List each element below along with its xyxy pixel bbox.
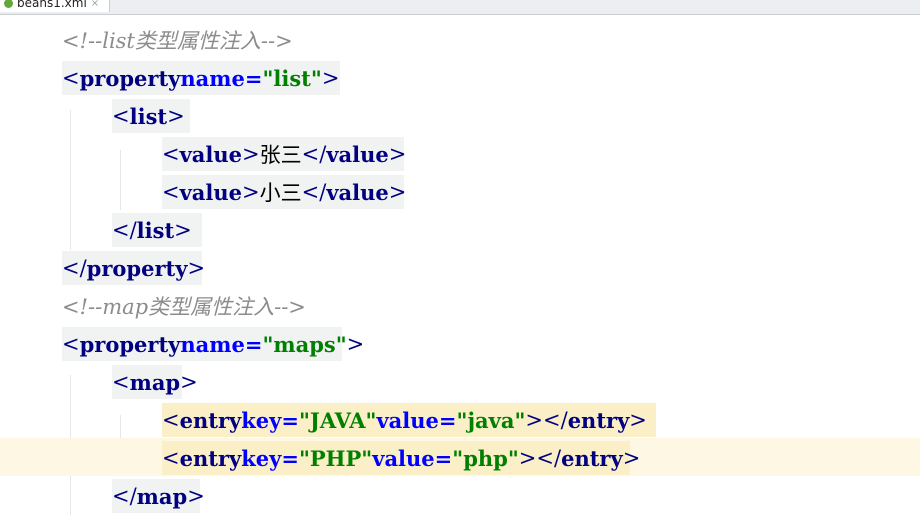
entry-element: < entry key= "JAVA" value= "java" > </entry > bbox=[162, 403, 656, 437]
code-line: </list > bbox=[0, 210, 920, 248]
list-open-tag: < list > bbox=[112, 99, 190, 133]
code-line: < property name= "list" > bbox=[0, 58, 920, 96]
code-line: < property name= "maps" > bbox=[0, 324, 920, 362]
comment-text: <!--map类型属性注入--> bbox=[62, 295, 306, 319]
property-open-tag: < property name= "maps" > bbox=[62, 327, 364, 361]
code-line: <!--map类型属性注入--> bbox=[0, 286, 920, 324]
file-tab-label: beans1.xml bbox=[17, 0, 87, 10]
code-line: < value > 张三 </value > bbox=[0, 134, 920, 172]
editor-tab-bar: beans1.xml × bbox=[0, 0, 920, 15]
value-element: < value > 小三 </value > bbox=[162, 175, 406, 209]
current-code-line: < entry key= "PHP" value= "php " > </entry > bbox=[0, 438, 920, 476]
map-close-tag: </map > bbox=[112, 479, 205, 513]
code-line: < entry key= "JAVA" value= "java" > </entry > bbox=[0, 400, 920, 438]
close-icon[interactable]: × bbox=[91, 0, 99, 9]
xml-file-icon bbox=[4, 0, 13, 8]
list-close-tag: </list > bbox=[112, 213, 202, 247]
code-editor[interactable]: <!--list类型属性注入--> < property name= "list" >… bbox=[0, 15, 920, 515]
property-open-tag: < property name= "list" > bbox=[62, 61, 340, 95]
code-line: <!--list类型属性注入--> bbox=[0, 20, 920, 58]
value-element: < value > 张三 </value > bbox=[162, 137, 406, 171]
code-line: < value > 小三 </value > bbox=[0, 172, 920, 210]
entry-element: < entry key= "PHP" value= "php " > </entry > bbox=[162, 441, 640, 475]
code-line: </map > bbox=[0, 476, 920, 514]
property-close-tag: </property > bbox=[62, 251, 205, 285]
code-line: < list > bbox=[0, 96, 920, 134]
map-open-tag: < map > bbox=[112, 365, 198, 399]
code-line: < map > bbox=[0, 362, 920, 400]
code-line: </property > bbox=[0, 248, 920, 286]
file-tab[interactable]: beans1.xml × bbox=[0, 0, 111, 12]
comment-text: <!--list类型属性注入--> bbox=[62, 29, 293, 53]
